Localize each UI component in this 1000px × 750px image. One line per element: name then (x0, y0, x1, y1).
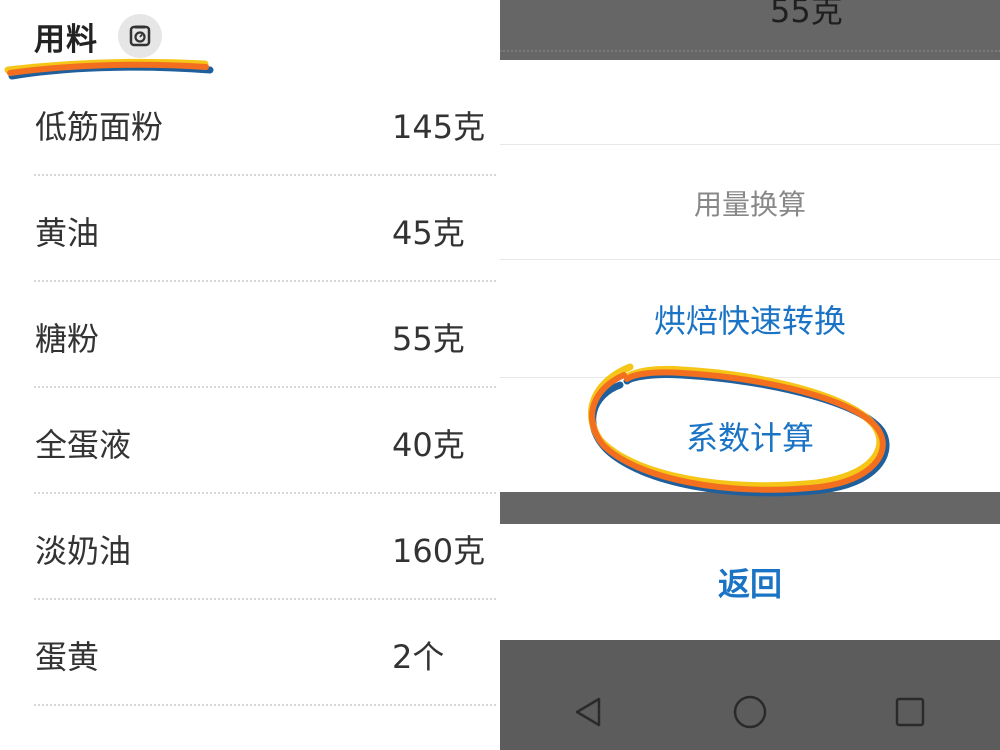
ingredient-row: 黄油 45克 (0, 176, 500, 282)
ingredient-row: 蛋黄 2个 (0, 600, 500, 706)
background-partial-text: 55克 (770, 0, 843, 30)
ingredient-row: 低筋面粉 145克 (0, 70, 500, 176)
android-navbar (500, 640, 1000, 750)
row-divider (500, 50, 1000, 52)
ingredient-amount: 55克 (392, 320, 465, 358)
ingredient-amount: 160克 (392, 532, 486, 570)
ingredient-row: 淡奶油 160克 (0, 494, 500, 600)
ingredient-name: 蛋黄 (35, 638, 100, 676)
sheet-header: 用量换算 (500, 144, 1000, 260)
dim-overlay-top[interactable]: 55克 (500, 0, 1000, 60)
ingredient-row: 全蛋液 40克 (0, 388, 500, 494)
home-circle-icon[interactable] (730, 692, 770, 732)
ingredient-name: 黄油 (35, 214, 100, 252)
back-triangle-icon[interactable] (568, 692, 608, 732)
ingredient-amount: 2个 (392, 638, 445, 676)
ingredient-amount: 45克 (392, 214, 465, 252)
ingredient-row: 糖粉 55克 (0, 282, 500, 388)
action-sheet-screen: 55克 用量换算 烘焙快速转换 系数计算 返回 (500, 0, 1000, 750)
ingredient-name: 糖粉 (35, 320, 100, 358)
ingredient-list: 低筋面粉 145克 黄油 45克 糖粉 55克 全蛋液 40克 淡奶油 160克… (0, 70, 500, 706)
ingredient-name: 淡奶油 (35, 532, 132, 570)
ingredient-amount: 40克 (392, 426, 465, 464)
ingredient-name: 低筋面粉 (35, 108, 164, 146)
screen: 用料 低筋面粉 145克 黄油 45克 糖粉 55克 全蛋液 40克 淡奶油 1… (0, 0, 1000, 750)
marker-circle (587, 363, 890, 497)
ingredient-name: 全蛋液 (35, 426, 132, 464)
section-title: 用料 (34, 22, 98, 58)
row-divider (34, 704, 496, 706)
back-button[interactable]: 返回 (500, 524, 1000, 640)
ingredient-amount: 145克 (392, 108, 486, 146)
recents-square-icon[interactable] (890, 692, 930, 732)
scale-icon[interactable] (118, 14, 162, 58)
ingredients-panel: 用料 低筋面粉 145克 黄油 45克 糖粉 55克 全蛋液 40克 淡奶油 1… (0, 0, 500, 750)
